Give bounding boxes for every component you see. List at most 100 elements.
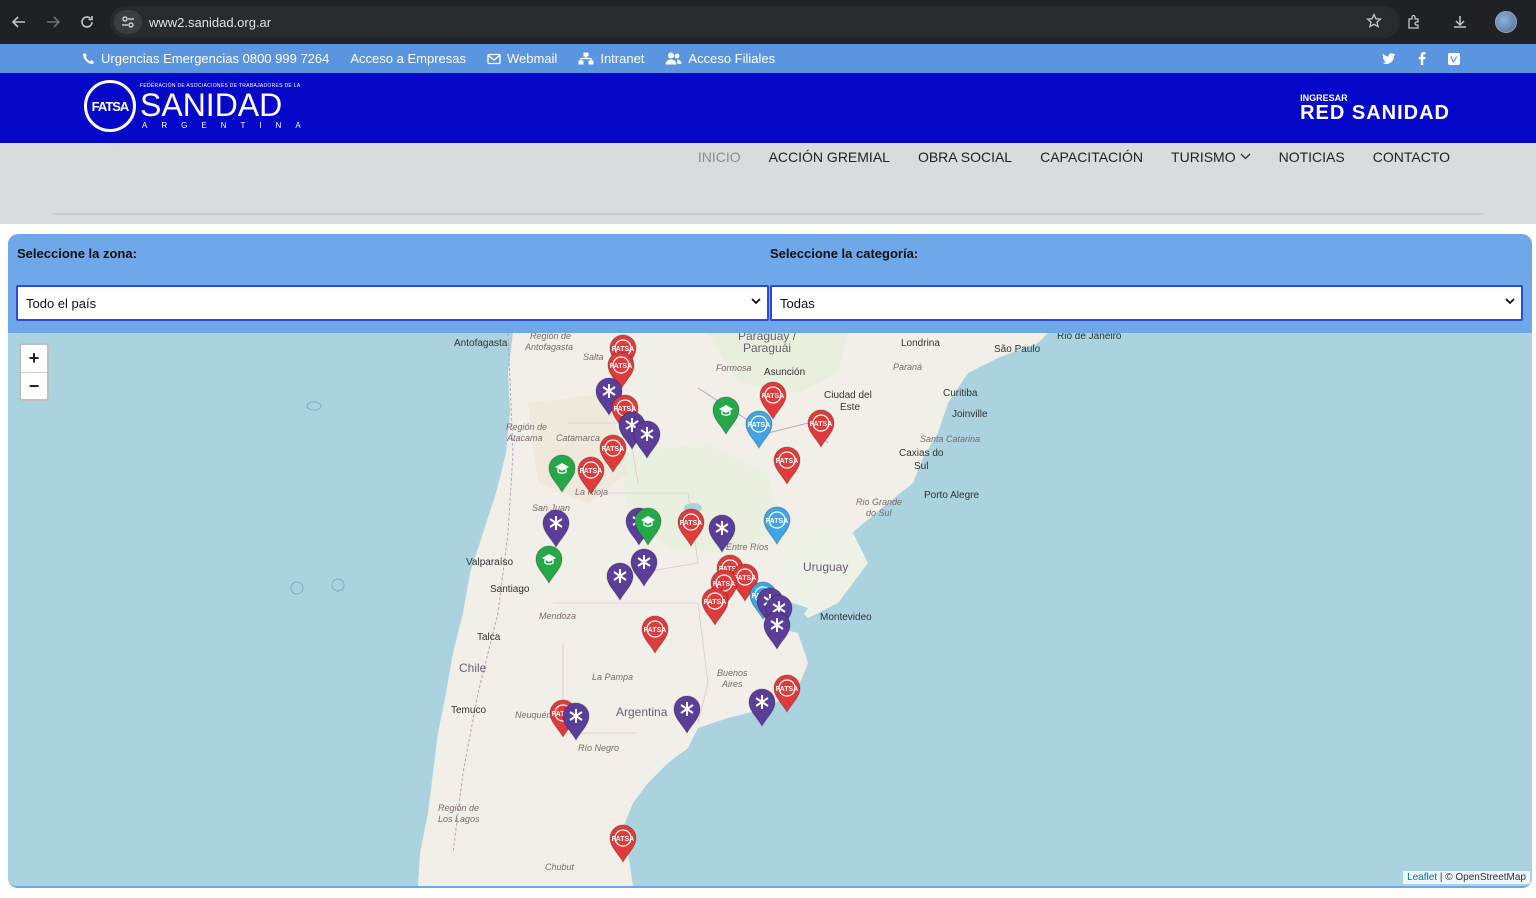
url-text[interactable]: www2.sanidad.org.ar: [149, 15, 271, 30]
twitter-icon[interactable]: [1382, 52, 1396, 65]
vimeo-icon[interactable]: [1448, 52, 1460, 65]
red-sanidad-label: RED SANIDAD: [1300, 102, 1450, 124]
webmail-link[interactable]: Webmail: [487, 51, 557, 66]
chevron-down-icon: [1505, 296, 1515, 308]
menu-contacto[interactable]: CONTACTO: [1373, 149, 1450, 165]
map-place-label: Ciudad del: [824, 390, 872, 401]
red-sanidad-button[interactable]: INGRESAR RED SANIDAD: [1300, 93, 1450, 123]
osm-attribution: | © OpenStreetMap: [1437, 872, 1526, 883]
forward-icon[interactable]: [36, 5, 70, 39]
map-place-label: Antofagasta: [525, 342, 574, 352]
bookmark-star-icon[interactable]: [1365, 12, 1383, 34]
logo-name: SANIDAD: [140, 86, 283, 123]
map-place-label: Paraná: [893, 362, 923, 372]
map-marker-educacion[interactable]: [534, 544, 564, 585]
address-bar[interactable]: www2.sanidad.org.ar: [110, 6, 1400, 38]
map-marker-salud[interactable]: [762, 610, 792, 651]
intranet-link[interactable]: Intranet: [578, 51, 644, 66]
map-marker-sindicato[interactable]: FATSA: [640, 614, 670, 655]
map-place-label: Asunción: [764, 367, 806, 378]
download-icon[interactable]: [1444, 6, 1476, 38]
menu-turismo-label: TURISMO: [1171, 149, 1236, 165]
leaflet-link[interactable]: Leaflet: [1407, 872, 1437, 883]
map-marker-sindicato[interactable]: FATSA: [806, 408, 836, 449]
sanidad-logo[interactable]: FATSA FEDERACIÓN DE ASOCIACIONES DE TRAB…: [84, 80, 315, 132]
map-attribution: Leaflet | © OpenStreetMap: [1403, 871, 1530, 884]
fatsa-emblem: FATSA: [84, 80, 136, 132]
map-marker-salud[interactable]: [707, 513, 737, 554]
map-place-label: Chubut: [545, 862, 575, 872]
map-marker-sindicato[interactable]: FATSA: [700, 586, 730, 627]
locations-map[interactable]: Antofagasta Región de Antofagasta Salta Para…: [8, 333, 1532, 886]
map-place-label: Río Negro: [578, 743, 620, 753]
mail-icon: [487, 53, 501, 65]
map-marker-salud[interactable]: [605, 561, 635, 602]
menu-inicio[interactable]: INICIO: [698, 149, 741, 165]
acceso-empresas-label: Acceso a Empresas: [350, 51, 466, 66]
extensions-icon[interactable]: [1398, 6, 1430, 38]
menu-turismo[interactable]: TURISMO: [1171, 149, 1251, 165]
map-marker-salud[interactable]: [541, 508, 571, 549]
map-place-label: Talca: [477, 632, 501, 643]
top-info-bar: Urgencias Emergencias 0800 999 7264 Acce…: [0, 44, 1536, 73]
logo-sub: ARGENTINA: [142, 120, 315, 130]
map-place-label: Salta: [583, 352, 604, 362]
nav-divider: [52, 213, 1484, 216]
map-place-label: Argentina: [616, 705, 668, 719]
acceso-empresas-link[interactable]: Acceso a Empresas: [350, 51, 466, 66]
map-marker-salud[interactable]: [632, 419, 662, 460]
map-place-label: Buenos: [717, 668, 748, 678]
categoria-select-value: Todas: [780, 295, 815, 311]
map-place-label: Formosa: [716, 363, 752, 373]
emergency-label: Urgencias Emergencias 0800 999 7264: [101, 51, 330, 66]
reload-icon[interactable]: [70, 5, 104, 39]
profile-avatar[interactable]: [1490, 6, 1522, 38]
zoom-in-button[interactable]: +: [21, 345, 47, 372]
map-place-label: La Pampa: [592, 672, 634, 682]
map-marker-turismo[interactable]: FATSA: [744, 409, 774, 450]
network-icon: [578, 52, 594, 65]
menu-obra-social-label: OBRA SOCIAL: [917, 149, 1013, 165]
categoria-label: Seleccione la categoría:: [770, 246, 919, 261]
menu-capacitacion[interactable]: CAPACITACIÓN: [1040, 149, 1143, 165]
map-place-label: Rio Grande: [856, 497, 903, 507]
categoria-select[interactable]: Todas: [770, 285, 1523, 321]
menu-accion-gremial-label: ACCIÓN GREMIAL: [768, 149, 890, 165]
map-place-label: Montevideo: [820, 612, 872, 623]
menu-contacto-label: CONTACTO: [1372, 149, 1450, 165]
webmail-label: Webmail: [506, 51, 558, 66]
map-marker-turismo[interactable]: FATSA: [762, 505, 792, 546]
main-navigation: INICIO ACCIÓN GREMIAL OBRA SOCIAL CAPACI…: [0, 143, 1536, 224]
zona-label: Seleccione la zona:: [17, 246, 137, 261]
site-settings-icon[interactable]: [114, 10, 142, 34]
acceso-filiales-link[interactable]: Acceso Filiales: [665, 51, 775, 66]
map-marker-educacion[interactable]: [711, 395, 741, 436]
map-place-label: Región de: [438, 803, 480, 813]
map-marker-salud[interactable]: [672, 694, 702, 735]
map-place-label: Neuquén: [515, 710, 552, 720]
map-marker-sindicato[interactable]: FATSA: [576, 455, 606, 496]
map-place-label: do Sul: [866, 508, 892, 518]
map-place-label: Chile: [459, 661, 487, 675]
facebook-icon[interactable]: [1418, 52, 1426, 65]
map-marker-salud[interactable]: [747, 687, 777, 728]
map-place-label: Santa Catarina: [920, 434, 981, 444]
map-marker-educacion[interactable]: [633, 506, 663, 547]
map-place-label: Región de: [530, 333, 572, 341]
back-icon[interactable]: [2, 5, 36, 39]
map-place-label: Valparaíso: [466, 557, 514, 568]
map-marker-educacion[interactable]: [547, 453, 577, 494]
map-marker-sindicato[interactable]: FATSA: [772, 445, 802, 486]
menu-noticias[interactable]: NOTICIAS: [1279, 149, 1345, 165]
zoom-out-button[interactable]: −: [21, 372, 47, 399]
emergency-phone-link[interactable]: Urgencias Emergencias 0800 999 7264: [82, 51, 329, 66]
acceso-filiales-label: Acceso Filiales: [688, 51, 776, 66]
map-marker-sindicato[interactable]: FATSA: [608, 823, 638, 864]
zona-select[interactable]: Todo el país: [16, 285, 769, 321]
map-place-label: Caxias do: [899, 448, 944, 459]
menu-obra-social[interactable]: OBRA SOCIAL: [918, 149, 1012, 165]
menu-accion-gremial[interactable]: ACCIÓN GREMIAL: [769, 149, 890, 165]
map-marker-salud[interactable]: [561, 701, 591, 742]
menu-inicio-label: INICIO: [697, 149, 741, 165]
map-marker-sindicato[interactable]: FATSA: [676, 507, 706, 548]
